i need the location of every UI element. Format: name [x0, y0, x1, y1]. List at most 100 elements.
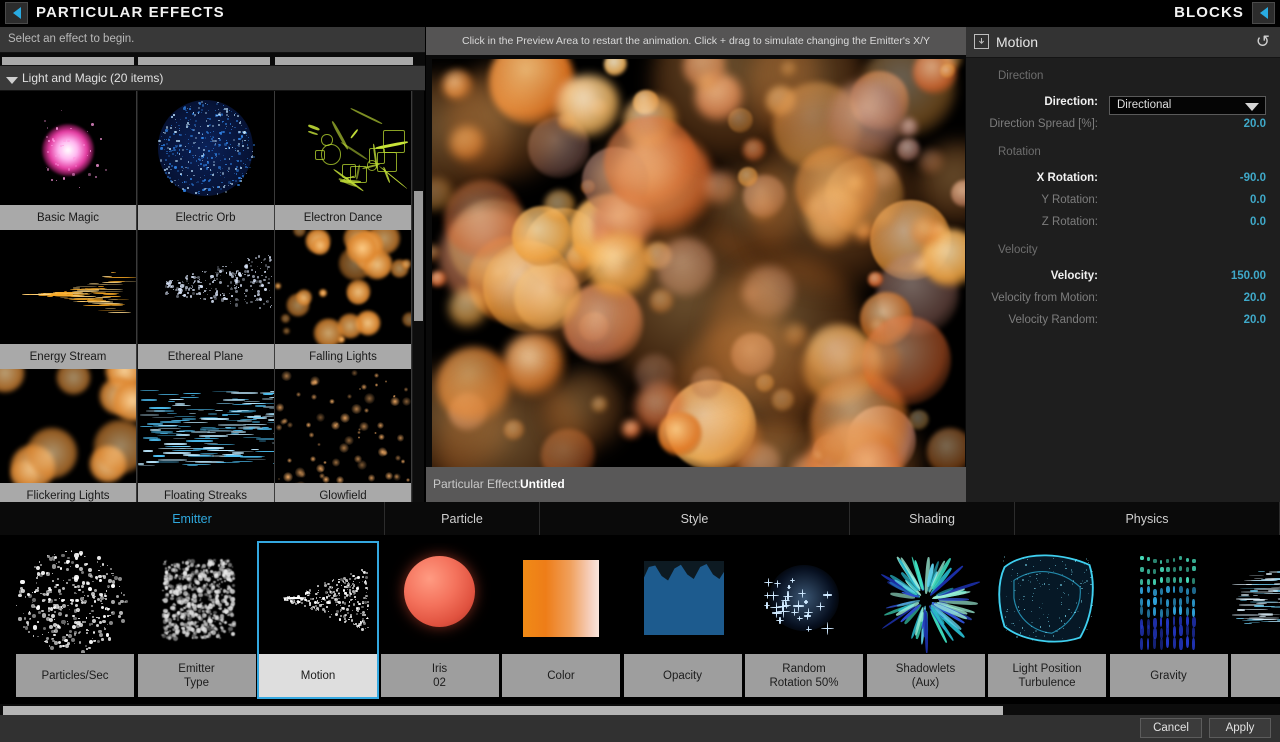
- tab-style[interactable]: Style: [540, 502, 850, 535]
- block-card-gravity[interactable]: Gravity: [1109, 543, 1228, 697]
- block-thumbnail: [1109, 543, 1228, 653]
- param-label: Velocity:: [1050, 270, 1098, 282]
- effect-preset-electric-orb[interactable]: Electric Orb: [137, 91, 275, 230]
- effect-preset-thumbnail: [275, 91, 411, 205]
- effect-preset-thumbnail: [137, 230, 274, 344]
- tab-emitter[interactable]: Emitter: [0, 502, 385, 535]
- block-caption: Particles/Sec: [16, 654, 134, 697]
- block-card-shadowlets[interactable]: Shadowlets (Aux): [866, 543, 985, 697]
- block-card-iris[interactable]: Iris 02: [380, 543, 499, 697]
- param-label: Y Rotation:: [1041, 194, 1098, 206]
- preview-stage[interactable]: [432, 59, 965, 484]
- block-caption: Emitter Type: [137, 654, 256, 697]
- scrollbar-thumb[interactable]: [414, 191, 423, 321]
- block-caption-line1: Color: [547, 669, 575, 682]
- cancel-button[interactable]: Cancel: [1140, 718, 1202, 738]
- effect-preset-falling-lights[interactable]: Falling Lights: [275, 230, 412, 369]
- param-row-velocity-random[interactable]: Velocity Random: 20.0: [966, 314, 1280, 333]
- param-row-velocity[interactable]: Velocity: 150.00: [966, 270, 1280, 289]
- block-card-block[interactable]: [1231, 543, 1280, 697]
- block-thumbnail: [137, 543, 256, 653]
- block-caption-line1: Particles/Sec: [41, 669, 109, 682]
- param-row-direction-spread[interactable]: Direction Spread [%]: 20.0: [966, 118, 1280, 137]
- particular-effects-window: PARTICULAR EFFECTS BLOCKS Select an effe…: [0, 0, 1280, 742]
- effect-preset-floating-streaks[interactable]: Floating Streaks: [137, 369, 275, 502]
- partial-cell: [275, 57, 413, 65]
- tab-physics[interactable]: Physics: [1015, 502, 1280, 535]
- param-value[interactable]: 20.0: [1244, 118, 1266, 130]
- param-value[interactable]: 20.0: [1244, 292, 1266, 304]
- block-caption-line1: Light Position: [1012, 662, 1082, 675]
- effect-preset-basic-magic[interactable]: Basic Magic: [0, 91, 137, 230]
- param-row-z-rotation[interactable]: Z Rotation: 0.0: [966, 216, 1280, 235]
- effect-preset-energy-stream[interactable]: Energy Stream: [0, 230, 137, 369]
- block-card-motion[interactable]: Motion: [257, 541, 379, 699]
- preview-hint-text: Click in the Preview Area to restart the…: [461, 35, 930, 47]
- reset-icon[interactable]: ↺: [1256, 32, 1270, 52]
- block-caption: Opacity: [623, 654, 742, 697]
- effects-grid: Basic Magic Electric Orb Electron Dance Ene…: [0, 91, 425, 502]
- apply-button[interactable]: Apply: [1209, 718, 1271, 738]
- block-caption: Color: [502, 654, 620, 697]
- chevron-left-icon: [1259, 7, 1268, 19]
- effect-preset-electron-dance[interactable]: Electron Dance: [275, 91, 412, 230]
- block-caption-line1: Emitter: [178, 662, 215, 675]
- effect-preset-glowfield[interactable]: Glowfield: [275, 369, 412, 502]
- effect-preset-label: Ethereal Plane: [137, 344, 274, 369]
- param-value[interactable]: 0.0: [1250, 194, 1266, 206]
- param-value[interactable]: 150.00: [1231, 270, 1266, 282]
- block-caption-line1: Opacity: [663, 669, 702, 682]
- block-caption: Shadowlets (Aux): [866, 654, 985, 697]
- effects-hint-text: Select an effect to begin.: [8, 33, 135, 45]
- effects-group-header[interactable]: Light and Magic (20 items): [0, 65, 425, 91]
- effect-preset-label: Electric Orb: [137, 205, 274, 230]
- block-icon: [974, 34, 989, 49]
- param-row-velocity-from-motion[interactable]: Velocity from Motion: 20.0: [966, 292, 1280, 311]
- effect-preset-label: Glowfield: [275, 483, 411, 502]
- chevron-down-icon: [1245, 103, 1259, 111]
- param-row-y-rotation[interactable]: Y Rotation: 0.0: [966, 194, 1280, 213]
- effect-preset-flickering-lights[interactable]: Flickering Lights: [0, 369, 137, 502]
- param-value[interactable]: 0.0: [1250, 216, 1266, 228]
- param-dropdown-value: Directional: [1117, 99, 1172, 111]
- effects-vertical-scrollbar[interactable]: [413, 91, 424, 502]
- block-card-color[interactable]: Color: [502, 543, 620, 697]
- title-bar: PARTICULAR EFFECTS BLOCKS: [0, 0, 1280, 27]
- back-button[interactable]: [5, 2, 28, 24]
- param-row-x-rotation[interactable]: X Rotation: -90.0: [966, 172, 1280, 191]
- effects-group-label: Light and Magic (20 items): [22, 71, 164, 85]
- param-label: Direction Spread [%]:: [989, 118, 1098, 130]
- tab-shading[interactable]: Shading: [850, 502, 1015, 535]
- scrollbar-thumb[interactable]: [3, 706, 1003, 715]
- block-card-light-position[interactable]: Light Position Turbulence: [988, 543, 1106, 697]
- block-thumbnail: [988, 543, 1106, 653]
- parameters-body: Direction Direction: Directional Direction …: [966, 58, 1280, 502]
- effect-preset-label: Floating Streaks: [137, 483, 274, 502]
- block-caption-line2: Rotation 50%: [769, 676, 839, 689]
- param-section-direction: Direction: [998, 70, 1044, 82]
- effect-preset-ethereal-plane[interactable]: Ethereal Plane: [137, 230, 275, 369]
- preview-footer: Particular Effect: Untitled: [426, 467, 966, 502]
- effect-preset-label: Falling Lights: [275, 344, 411, 369]
- effect-preset-thumbnail: [275, 230, 411, 344]
- param-value[interactable]: -90.0: [1240, 172, 1266, 184]
- blocks-toggle-button[interactable]: [1252, 2, 1275, 24]
- block-thumbnail: [745, 543, 863, 653]
- param-value[interactable]: 20.0: [1244, 314, 1266, 326]
- block-thumbnail: [259, 543, 377, 653]
- block-caption: Iris 02: [380, 654, 499, 697]
- block-card-emitter[interactable]: Emitter Type: [137, 543, 256, 697]
- page-title: PARTICULAR EFFECTS: [36, 4, 225, 21]
- tab-label: Style: [680, 511, 709, 526]
- block-card-opacity[interactable]: Opacity: [623, 543, 742, 697]
- effect-preset-thumbnail: [0, 369, 136, 483]
- param-label: X Rotation:: [1036, 172, 1098, 184]
- block-card-random[interactable]: Random Rotation 50%: [745, 543, 863, 697]
- block-card-particles-sec[interactable]: Particles/Sec: [16, 543, 134, 697]
- effects-row: Basic Magic Electric Orb Electron Dance: [0, 91, 425, 230]
- blocks-label: BLOCKS: [1174, 4, 1244, 21]
- preview-effect-label: Particular Effect:: [433, 477, 521, 491]
- param-row-direction[interactable]: Direction: Directional: [966, 96, 1280, 115]
- tab-particle[interactable]: Particle: [385, 502, 540, 535]
- param-dropdown[interactable]: Directional: [1109, 96, 1266, 115]
